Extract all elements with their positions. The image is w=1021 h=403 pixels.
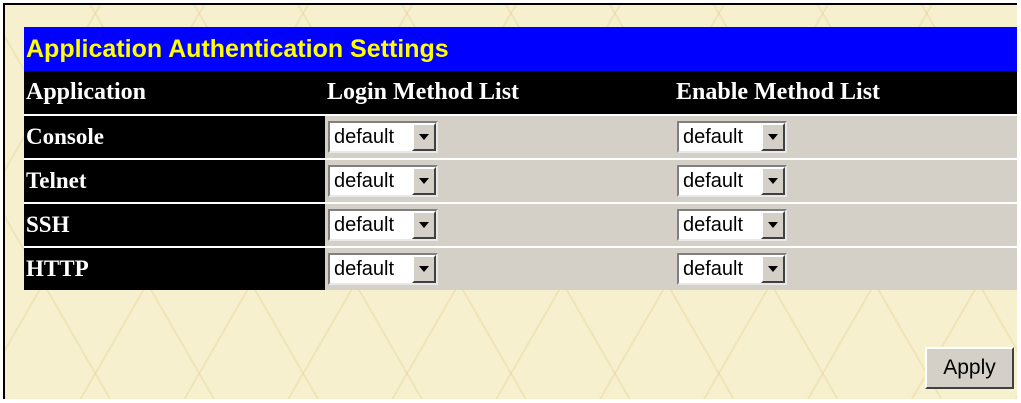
enable-method-cell: default <box>674 116 1017 158</box>
application-name: Telnet <box>24 160 325 202</box>
settings-panel: Application Authentication Settings Appl… <box>3 3 1017 399</box>
table-row: Console default default <box>24 114 1017 158</box>
enable-method-value: default <box>683 257 744 280</box>
login-method-value: default <box>334 169 395 192</box>
table-header-row: Application Login Method List Enable Met… <box>24 71 1017 114</box>
login-method-select[interactable]: default <box>328 209 438 241</box>
page-title: Application Authentication Settings <box>26 34 449 63</box>
login-method-value: default <box>334 257 395 280</box>
login-method-value: default <box>334 213 395 236</box>
apply-button[interactable]: Apply <box>925 347 1014 389</box>
login-method-cell: default <box>325 160 674 202</box>
chevron-down-icon[interactable] <box>412 123 436 151</box>
enable-method-select[interactable]: default <box>677 121 787 153</box>
chevron-down-icon[interactable] <box>412 255 436 283</box>
enable-method-select[interactable]: default <box>677 253 787 285</box>
title-bar: Application Authentication Settings <box>24 27 1017 71</box>
enable-method-value: default <box>683 213 744 236</box>
enable-method-cell: default <box>674 248 1017 290</box>
table-row: Telnet default default <box>24 158 1017 202</box>
application-name: Console <box>24 116 325 158</box>
column-header-application: Application <box>26 79 147 105</box>
chevron-down-icon[interactable] <box>761 167 785 195</box>
enable-method-select[interactable]: default <box>677 209 787 241</box>
login-method-cell: default <box>325 248 674 290</box>
enable-method-value: default <box>683 125 744 148</box>
login-method-select[interactable]: default <box>328 121 438 153</box>
column-header-login-method-list: Login Method List <box>327 79 520 105</box>
login-method-select[interactable]: default <box>328 165 438 197</box>
enable-method-cell: default <box>674 160 1017 202</box>
login-method-cell: default <box>325 204 674 246</box>
table-row: HTTP default default <box>24 246 1017 290</box>
column-header-enable-method-list: Enable Method List <box>676 79 881 105</box>
application-name: SSH <box>24 204 325 246</box>
enable-method-cell: default <box>674 204 1017 246</box>
chevron-down-icon[interactable] <box>761 255 785 283</box>
login-method-select[interactable]: default <box>328 253 438 285</box>
chevron-down-icon[interactable] <box>761 211 785 239</box>
enable-method-select[interactable]: default <box>677 165 787 197</box>
table-row: SSH default default <box>24 202 1017 246</box>
enable-method-value: default <box>683 169 744 192</box>
application-name: HTTP <box>24 248 325 290</box>
chevron-down-icon[interactable] <box>761 123 785 151</box>
login-method-cell: default <box>325 116 674 158</box>
auth-settings-table: Application Login Method List Enable Met… <box>24 71 1017 290</box>
chevron-down-icon[interactable] <box>412 167 436 195</box>
login-method-value: default <box>334 125 395 148</box>
chevron-down-icon[interactable] <box>412 211 436 239</box>
